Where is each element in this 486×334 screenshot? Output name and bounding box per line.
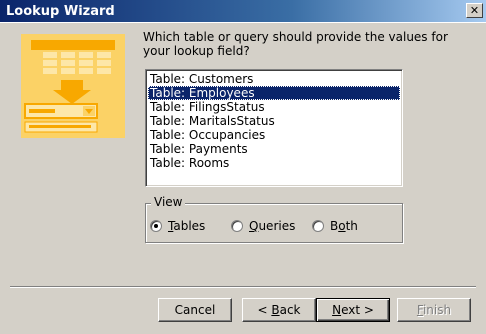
list-item[interactable]: Table: MaritalsStatus [148,114,400,128]
queries-radio[interactable] [231,220,243,232]
list-item[interactable]: Table: FilingsStatus [148,100,400,114]
tables-radio-option[interactable]: Tables [150,219,205,233]
cancel-button[interactable]: Cancel [158,298,232,322]
wizard-illustration [21,34,125,138]
back-button[interactable]: < Back [242,298,316,322]
both-radio[interactable] [312,220,324,232]
tables-label: Tables [168,219,206,233]
both-label: Both [330,219,358,233]
tables-radio[interactable] [150,220,162,232]
list-item[interactable]: Table: Payments [148,142,400,156]
list-item[interactable]: Table: Employees [148,86,400,100]
title-bar: Lookup Wizard ✕ [0,0,486,23]
close-icon[interactable]: ✕ [466,3,483,18]
queries-radio-option[interactable]: Queries [231,219,295,233]
list-item[interactable]: Table: Occupancies [148,128,400,142]
separator [10,286,476,288]
next-button[interactable]: Next > [316,298,390,322]
both-radio-option[interactable]: Both [312,219,358,233]
list-item[interactable]: Table: Rooms [148,156,400,170]
list-item[interactable]: Table: Customers [148,72,400,86]
window-title: Lookup Wizard [6,4,115,19]
view-group-label: View [151,195,186,209]
prompt-text: Which table or query should provide the … [143,30,448,58]
queries-label: Queries [249,219,296,233]
table-query-listbox[interactable]: Table: Customers Table: Employees Table:… [145,69,403,187]
finish-button[interactable]: Finish [397,298,471,322]
